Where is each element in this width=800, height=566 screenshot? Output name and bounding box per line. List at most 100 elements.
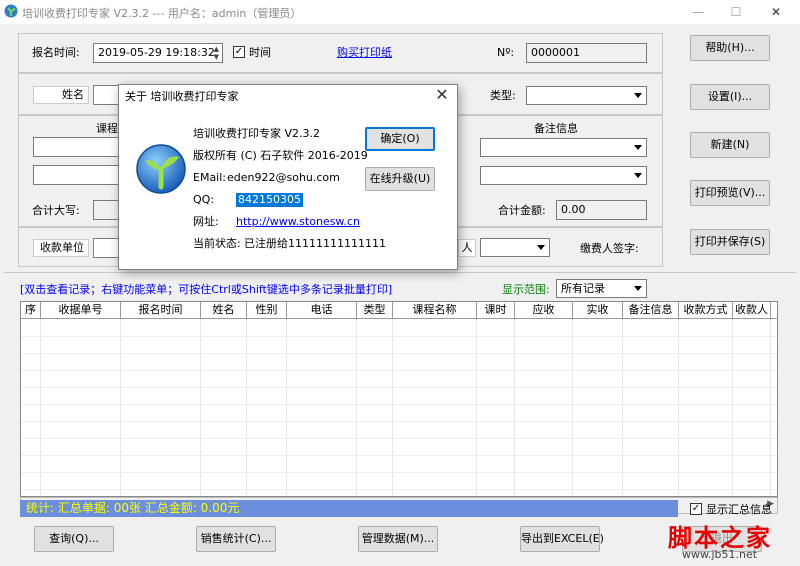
no-input: 0000001 xyxy=(526,43,647,63)
separator xyxy=(4,272,796,273)
grid-column-line xyxy=(622,319,623,496)
about-qq[interactable]: 842150305 xyxy=(236,193,303,207)
col-header[interactable]: 课程名称 xyxy=(393,302,477,319)
show-summary-checkbox[interactable]: ✓ xyxy=(690,503,702,515)
name-input[interactable] xyxy=(93,85,121,105)
remark-label: 备注信息 xyxy=(534,122,578,135)
grid-row-line xyxy=(21,421,777,422)
about-product: 培训收费打印专家 V2.3.2 xyxy=(193,127,321,140)
about-email-label: EMail: xyxy=(193,171,226,184)
range-select[interactable]: 所有记录 xyxy=(556,279,647,298)
type-label: 类型: xyxy=(490,89,516,102)
minimize-button[interactable]: — xyxy=(684,3,712,21)
col-header[interactable]: 收款人 xyxy=(733,302,771,319)
name-label-box: 姓名 xyxy=(33,86,89,104)
payee-unit-input[interactable] xyxy=(93,238,121,258)
grid-column-line xyxy=(732,319,733,496)
grid-column-line xyxy=(514,319,515,496)
remark-select-2[interactable] xyxy=(480,166,647,185)
col-header[interactable]: 收据单号 xyxy=(41,302,121,319)
col-header[interactable]: 课时 xyxy=(477,302,515,319)
col-header[interactable]: 备注信息 xyxy=(623,302,679,319)
course-input-1[interactable] xyxy=(33,137,119,157)
product-logo-icon xyxy=(136,144,186,194)
about-copyright: 版权所有 (C) 石子软件 2016-2019 xyxy=(193,149,368,162)
about-close-icon[interactable]: ✕ xyxy=(433,85,451,104)
grid-row-line xyxy=(21,489,777,490)
export-excel-button[interactable]: 导出到EXCEL(E) xyxy=(520,526,604,552)
summary-bar: 统计: 汇总单据: 00张 汇总金额: 0.00元 xyxy=(20,500,678,517)
settings-button[interactable]: 设置(I)... xyxy=(690,84,770,110)
total-amount-input: 0.00 xyxy=(556,200,647,220)
grid-column-line xyxy=(392,319,393,496)
course-input-2[interactable] xyxy=(33,165,119,185)
about-state-value: 已注册给11111111111111 xyxy=(244,237,386,250)
payee-label: 人 xyxy=(461,241,473,254)
about-title: 关于 培训收费打印专家 xyxy=(125,90,239,103)
grid-column-line xyxy=(770,319,771,496)
col-header[interactable]: 收 xyxy=(771,302,777,319)
list-hint: [双击查看记录；右键功能菜单；可按住Ctrl或Shift键选中多条记录批量打印] xyxy=(20,283,393,296)
grid-column-line xyxy=(476,319,477,496)
col-header[interactable]: 类型 xyxy=(357,302,393,319)
about-site-link[interactable]: http://www.stonesw.cn xyxy=(236,215,360,229)
grid-column-line xyxy=(286,319,287,496)
chevron-down-icon xyxy=(634,173,642,178)
title-bar: 培训收费打印专家 V2.3.2 --- 用户名：admin（管理员） — ☐ ✕ xyxy=(0,0,800,24)
about-upgrade-button[interactable]: 在线升级(U) xyxy=(365,167,435,191)
reg-time-input[interactable]: 2019-05-29 19:18:32 ▲ ▼ xyxy=(93,43,223,63)
grid-column-line xyxy=(572,319,573,496)
payee-select[interactable] xyxy=(480,238,550,257)
total-caps-input xyxy=(93,200,121,220)
about-dialog[interactable]: 关于 培训收费打印专家 ✕ 培训收费打印专家 V2.3.2 版权所有 (C) 石… xyxy=(118,84,458,270)
reg-time-value: 2019-05-29 19:18:32 xyxy=(98,46,215,59)
show-summary-label: 显示汇总信息 xyxy=(706,503,772,516)
chevron-down-icon xyxy=(537,245,545,250)
print-preview-button[interactable]: 打印预览(V)... xyxy=(690,180,770,206)
about-site-label: 网址: xyxy=(193,215,219,228)
grid-row-line xyxy=(21,370,777,371)
close-button[interactable]: ✕ xyxy=(762,3,790,21)
payer-sign-label: 缴费人签字: xyxy=(580,242,639,255)
col-header[interactable]: 报名时间 xyxy=(121,302,201,319)
chevron-down-icon xyxy=(634,93,642,98)
col-header[interactable]: 实收 xyxy=(573,302,623,319)
grid-row-line xyxy=(21,404,777,405)
manage-data-button[interactable]: 管理数据(M)... xyxy=(358,526,438,552)
col-header[interactable]: 电话 xyxy=(287,302,357,319)
print-save-button[interactable]: 打印并保存(S) xyxy=(690,229,770,255)
query-button[interactable]: 查询(Q)... xyxy=(34,526,114,552)
grid-row-line xyxy=(21,336,777,337)
payee-unit-label: 收款单位 xyxy=(40,241,84,254)
summary-text: 统计: 汇总单据: 00张 汇总金额: 0.00元 xyxy=(26,501,240,515)
total-amount-label: 合计金额: xyxy=(498,204,546,217)
time-checkbox[interactable]: ✓ xyxy=(233,46,245,58)
grid-column-line xyxy=(246,319,247,496)
range-value: 所有记录 xyxy=(561,282,605,295)
payee-unit-label-box: 收款单位 xyxy=(33,239,89,257)
maximize-button[interactable]: ☐ xyxy=(722,3,750,21)
watermark-url: www.jb51.net xyxy=(682,548,758,561)
new-button[interactable]: 新建(N) xyxy=(690,132,770,158)
sales-stats-button[interactable]: 销售统计(C)... xyxy=(196,526,276,552)
name-label: 姓名 xyxy=(62,88,84,101)
chevron-down-icon xyxy=(634,286,642,291)
total-caps-label: 合计大写: xyxy=(32,204,80,217)
type-select[interactable] xyxy=(526,86,647,105)
about-email: eden922@sohu.com xyxy=(227,171,340,184)
chevron-down-icon xyxy=(634,145,642,150)
col-header[interactable]: 序 xyxy=(21,302,41,319)
col-header[interactable]: 应收 xyxy=(515,302,573,319)
col-header[interactable]: 性别 xyxy=(247,302,287,319)
grid-row-line xyxy=(21,455,777,456)
col-header[interactable]: 收款方式 xyxy=(679,302,733,319)
buy-paper-link[interactable]: 购买打印纸 xyxy=(337,46,392,60)
help-button[interactable]: 帮助(H)... xyxy=(690,35,770,61)
col-header[interactable]: 姓名 xyxy=(201,302,247,319)
about-ok-button[interactable]: 确定(O) xyxy=(365,127,435,151)
window-title: 培训收费打印专家 V2.3.2 --- 用户名：admin（管理员） xyxy=(22,7,302,20)
grid-row-line xyxy=(21,438,777,439)
records-table[interactable]: 序 收据单号 报名时间 姓名 性别 电话 类型 课程名称 课时 应收 实收 备注… xyxy=(20,301,778,497)
spin-icon[interactable]: ▲ ▼ xyxy=(214,45,219,61)
remark-select-1[interactable] xyxy=(480,138,647,157)
